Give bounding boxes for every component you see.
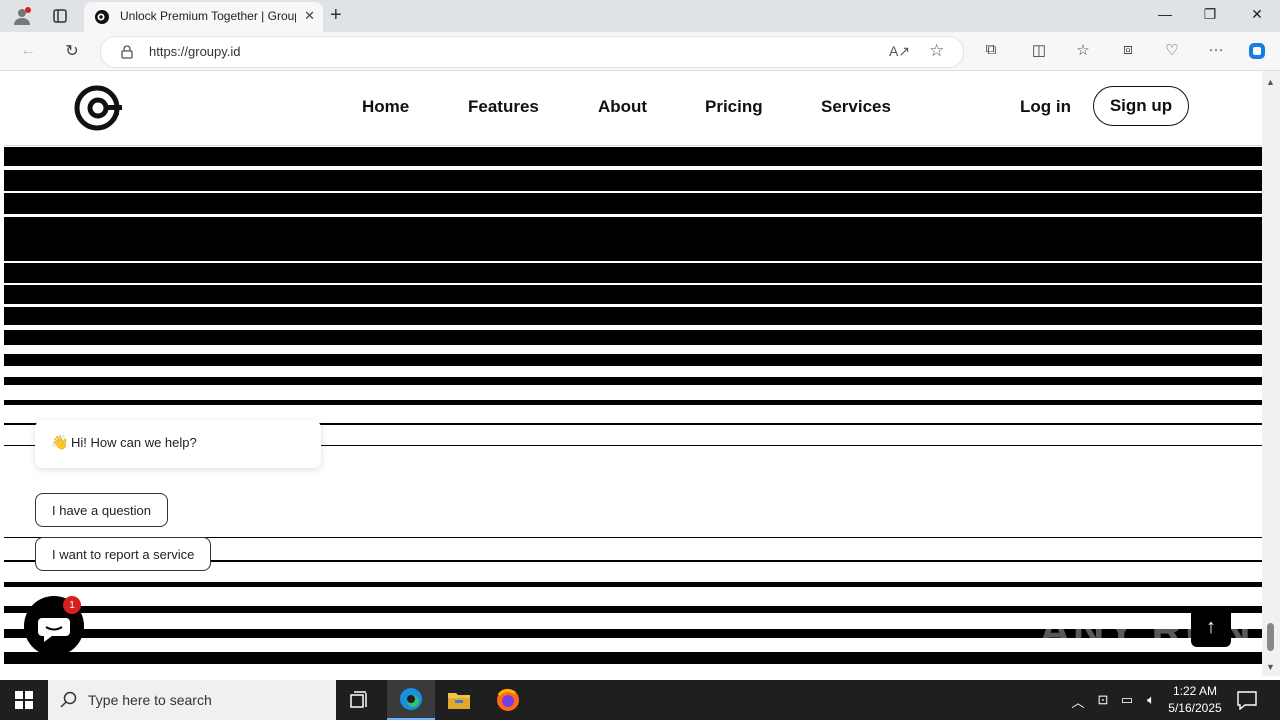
chat-greeting-text: Hi! How can we help? bbox=[71, 435, 197, 450]
system-clock[interactable]: 1:22 AM 5/16/2025 bbox=[1160, 683, 1230, 717]
lock-icon[interactable] bbox=[121, 45, 133, 59]
clock-time: 1:22 AM bbox=[1172, 684, 1218, 698]
search-placeholder: Type here to search bbox=[88, 692, 212, 708]
nav-features[interactable]: Features bbox=[468, 97, 539, 117]
nav-about[interactable]: About bbox=[598, 97, 647, 117]
file-explorer-icon[interactable] bbox=[435, 680, 483, 720]
browser-tab-bar: Unlock Premium Together | Groupy ✕ + — ❐… bbox=[0, 0, 1280, 32]
chat-option-report[interactable]: I want to report a service bbox=[35, 537, 212, 571]
volume-icon[interactable]: 🔈︎ bbox=[1141, 692, 1161, 708]
page-scrollbar[interactable]: ▲ ▼ bbox=[1262, 71, 1280, 676]
window-close-icon[interactable]: ✕ bbox=[1242, 6, 1272, 23]
content-stripe bbox=[4, 263, 1262, 283]
address-bar[interactable]: https://groupy.id A↗ ☆ bbox=[100, 36, 964, 68]
back-icon[interactable]: ← bbox=[17, 40, 39, 62]
content-stripe bbox=[4, 170, 1262, 191]
taskbar-search-box[interactable]: Type here to search bbox=[48, 680, 336, 720]
scroll-up-icon[interactable]: ▲ bbox=[1266, 77, 1275, 87]
windows-logo-icon bbox=[15, 691, 33, 709]
nav-pricing[interactable]: Pricing bbox=[705, 97, 763, 117]
content-stripe bbox=[4, 147, 1262, 166]
content-stripe bbox=[4, 193, 1262, 214]
chat-option-question[interactable]: I have a question bbox=[35, 493, 169, 527]
nav-services[interactable]: Services bbox=[821, 97, 891, 117]
waving-hand-icon: 👋 bbox=[51, 434, 69, 450]
signup-button[interactable]: Sign up bbox=[1093, 86, 1189, 126]
scrollbar-thumb[interactable] bbox=[1267, 623, 1274, 651]
groupy-logo[interactable] bbox=[74, 83, 124, 133]
collections-icon[interactable]: ⧈ bbox=[1117, 41, 1139, 58]
url-text[interactable]: https://groupy.id bbox=[149, 44, 241, 59]
content-stripe bbox=[4, 400, 1262, 405]
minimize-icon[interactable]: — bbox=[1150, 6, 1180, 22]
site-favicon-icon bbox=[95, 10, 109, 24]
content-stripe bbox=[4, 217, 1262, 261]
firefox-icon[interactable] bbox=[484, 680, 532, 720]
task-view-icon[interactable] bbox=[336, 680, 384, 720]
tab-close-icon[interactable]: ✕ bbox=[304, 8, 315, 24]
favorites-icon[interactable]: ☆ bbox=[1072, 41, 1094, 59]
content-stripe bbox=[4, 307, 1262, 325]
favorite-star-icon[interactable]: ☆ bbox=[929, 41, 944, 61]
browser-tab-active[interactable]: Unlock Premium Together | Groupy ✕ bbox=[84, 2, 323, 32]
restore-icon[interactable]: ❐ bbox=[1195, 6, 1225, 23]
clock-date: 5/16/2025 bbox=[1168, 701, 1222, 715]
content-stripe bbox=[4, 330, 1262, 345]
profile-icon[interactable] bbox=[12, 6, 32, 26]
start-button[interactable] bbox=[0, 680, 48, 720]
performance-icon[interactable]: ♡ bbox=[1161, 41, 1183, 59]
copilot-icon[interactable] bbox=[1246, 41, 1268, 65]
reload-icon[interactable]: ↻ bbox=[61, 40, 83, 62]
search-icon bbox=[60, 691, 77, 708]
web-page: Home Features About Pricing Services Log… bbox=[4, 71, 1262, 676]
network-icon[interactable]: ▭ bbox=[1117, 692, 1137, 708]
tab-actions-icon[interactable] bbox=[50, 6, 70, 26]
chat-greeting-bubble: 👋 Hi! How can we help? bbox=[35, 420, 321, 468]
content-stripe bbox=[4, 354, 1262, 366]
windows-taskbar: Type here to search ︿ ⊡ ▭ 🔈︎ 1:22 AM 5/1… bbox=[0, 680, 1280, 720]
tray-device-icon[interactable]: ⊡ bbox=[1093, 692, 1113, 708]
split-screen-icon[interactable]: ◫ bbox=[1028, 41, 1050, 59]
browser-toolbar: ← ↻ https://groupy.id A↗ ☆ ⧉ ◫ ☆ ⧈ ♡ ··· bbox=[0, 32, 1280, 71]
notification-icon[interactable] bbox=[1236, 690, 1258, 710]
more-menu-icon[interactable]: ··· bbox=[1205, 41, 1227, 58]
content-stripe bbox=[4, 582, 1262, 587]
new-tab-icon[interactable]: + bbox=[330, 4, 342, 27]
content-stripe bbox=[4, 285, 1262, 304]
tab-title: Unlock Premium Together | Groupy bbox=[120, 9, 296, 23]
edge-taskbar-icon[interactable] bbox=[387, 680, 435, 720]
login-link[interactable]: Log in bbox=[1020, 97, 1071, 117]
read-aloud-icon[interactable]: A↗ bbox=[889, 43, 910, 60]
extensions-icon[interactable]: ⧉ bbox=[980, 41, 1002, 58]
nav-home[interactable]: Home bbox=[362, 97, 409, 117]
site-header: Home Features About Pricing Services Log… bbox=[4, 71, 1262, 146]
scroll-down-icon[interactable]: ▼ bbox=[1266, 662, 1275, 672]
chat-unread-badge: 1 bbox=[63, 596, 81, 614]
content-stripe bbox=[4, 377, 1262, 385]
scroll-to-top-button[interactable]: ↑ bbox=[1191, 607, 1231, 647]
tray-overflow-icon[interactable]: ︿ bbox=[1068, 692, 1088, 711]
